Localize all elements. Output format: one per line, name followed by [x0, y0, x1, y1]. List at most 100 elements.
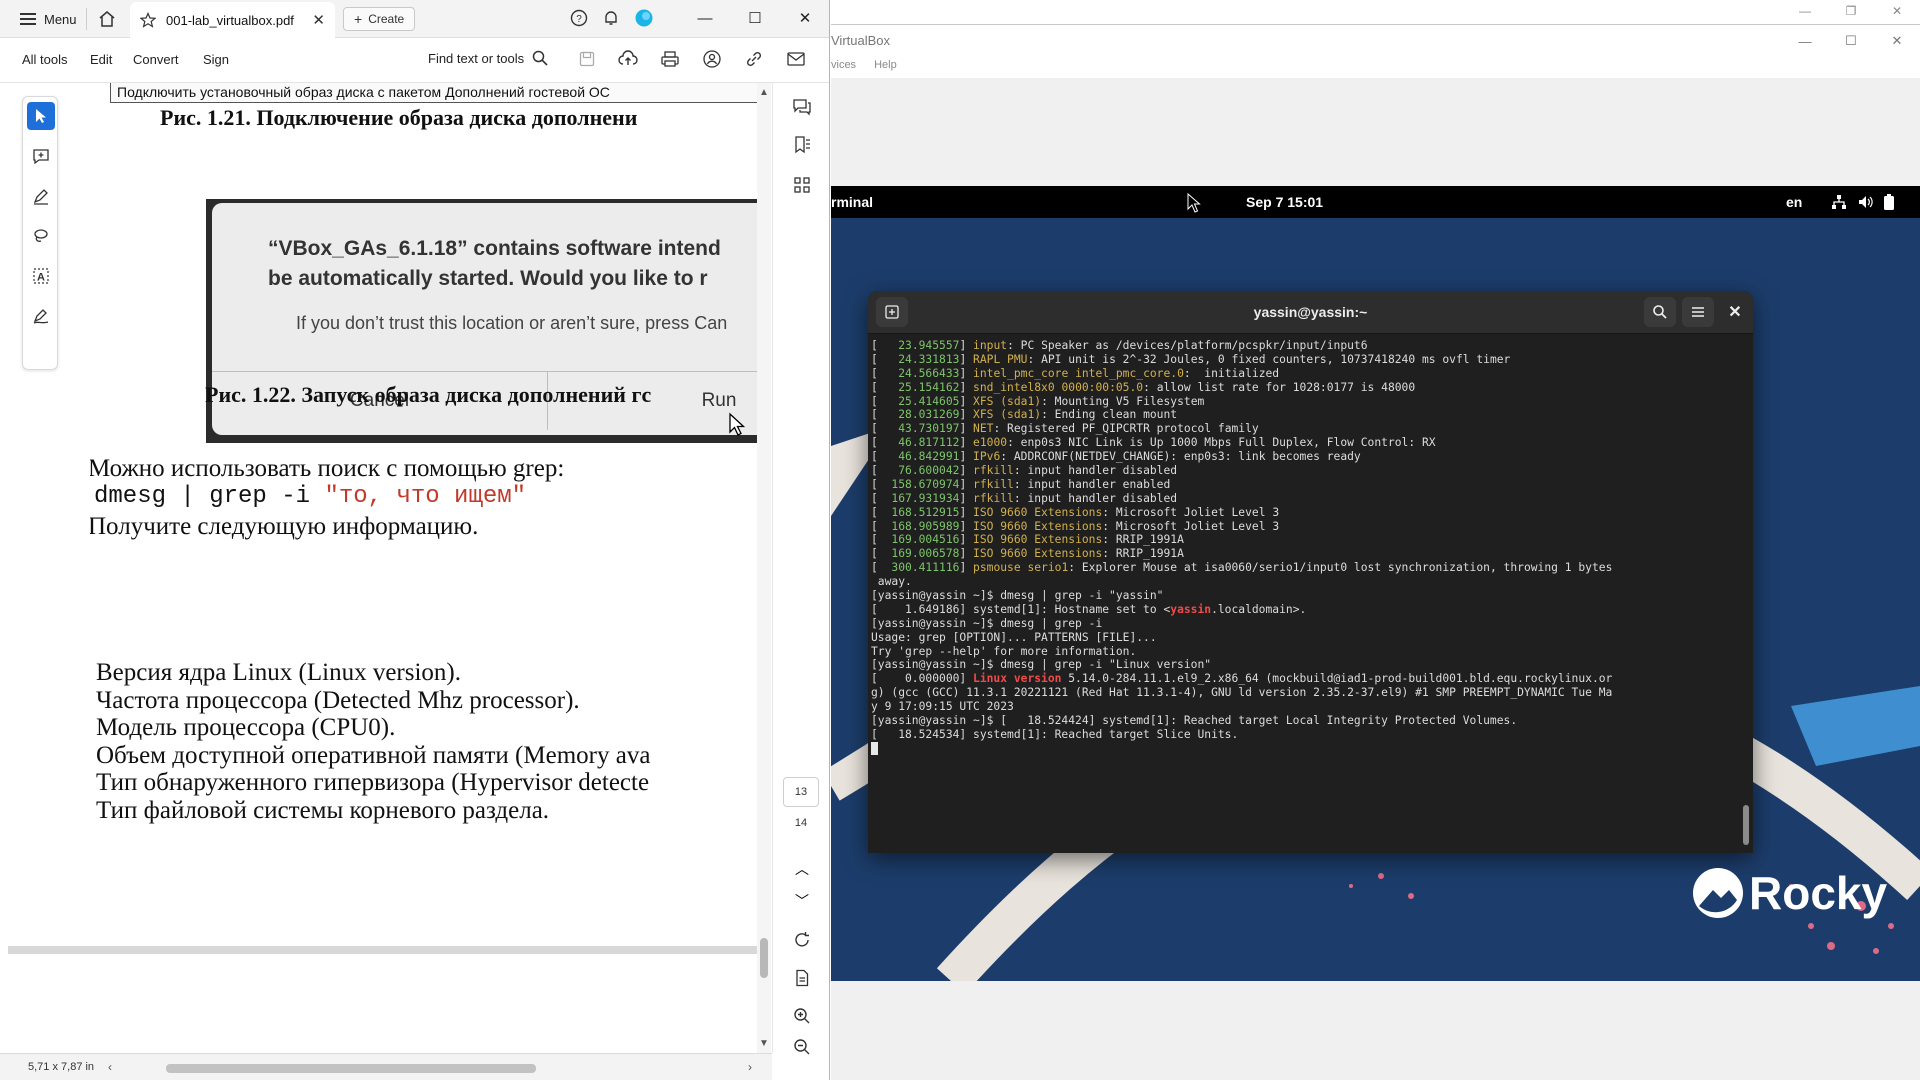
scroll-left-arrow-icon[interactable]: ‹ [108, 1060, 112, 1074]
zoom-out-button[interactable] [791, 1036, 813, 1058]
find-text-or-tools[interactable]: Find text or tools [428, 50, 548, 66]
terminal-line: [yassin@yassin ~]$ dmesg | grep -i "Linu… [871, 658, 1741, 672]
email-icon[interactable] [786, 50, 806, 68]
terminal-text-segment: : RRIP_1991A [1102, 547, 1184, 561]
grep-intro-text: Можно использовать поиск с помощью grep: [90, 455, 565, 482]
terminal-text-segment: [ 0.000000] [871, 672, 974, 686]
pdf-status-bar: 5,71 x 7,87 in ‹ › [0, 1053, 772, 1080]
menu-devices[interactable]: vices [831, 59, 856, 71]
terminal-text-segment: [yassin@yassin ~]$ dmesg | grep -i "yass… [871, 589, 1164, 603]
bell-icon[interactable] [602, 9, 620, 27]
current-page-input[interactable]: 13 [783, 777, 819, 807]
terminal-line: [ 25.154162] snd_intel8x0 0000:00:05.0: … [871, 381, 1741, 395]
sign-button[interactable]: Sign [203, 52, 229, 67]
system-tray[interactable] [1831, 194, 1895, 210]
sign-tool[interactable] [27, 302, 55, 330]
vbox-menu-bar: vices Help [831, 59, 897, 71]
minimize-icon[interactable]: — [1782, 0, 1828, 22]
thumbnails-panel-button[interactable] [791, 174, 813, 196]
avatar-icon[interactable] [634, 8, 654, 28]
vertical-scrollbar[interactable]: ▲ ▼ [757, 83, 771, 1053]
zoom-in-icon [794, 1008, 810, 1024]
scroll-right-arrow-icon[interactable]: › [748, 1060, 752, 1074]
close-window-icon[interactable]: ✕ [1874, 25, 1920, 57]
find-label: Find text or tools [428, 50, 525, 66]
edit-button[interactable]: Edit [90, 52, 112, 67]
all-tools-button[interactable]: All tools [22, 52, 68, 67]
vertical-scroll-thumb[interactable] [760, 938, 768, 978]
terminal-menu-button[interactable] [1682, 297, 1714, 327]
cloud-upload-icon[interactable] [618, 50, 638, 68]
create-button[interactable]: + Create [343, 7, 416, 31]
terminal-line: [ 76.600042] rfkill: input handler disab… [871, 464, 1741, 478]
terminal-line: [yassin@yassin ~]$ dmesg | grep -i [871, 617, 1741, 631]
page-fit-button[interactable] [791, 967, 813, 989]
restore-icon[interactable]: ❐ [1828, 0, 1874, 22]
close-icon[interactable]: ✕ [1720, 297, 1750, 327]
select-tool[interactable] [27, 102, 55, 130]
maximize-icon[interactable]: ☐ [730, 0, 780, 36]
toolbar-icons [578, 49, 806, 69]
active-app-name[interactable]: rminal [831, 194, 873, 210]
text-box-tool[interactable]: A [27, 262, 55, 290]
terminal-text-segment: ISO 9660 Extensions [973, 519, 1103, 533]
plus-icon: + [354, 11, 363, 27]
horizontal-scrollbar[interactable]: ‹ › [108, 1060, 752, 1074]
add-comment-tool[interactable] [27, 142, 55, 170]
close-window-icon[interactable]: ✕ [780, 0, 829, 36]
horizontal-scroll-thumb[interactable] [166, 1064, 536, 1073]
minimize-icon[interactable]: — [1782, 25, 1828, 57]
cursor-arrow-icon [36, 109, 46, 123]
terminal-line: [ 25.414605] XFS (sda1): Mounting V5 Fil… [871, 395, 1741, 409]
comments-panel-button[interactable] [791, 96, 813, 118]
keyboard-layout-indicator[interactable]: en [1786, 194, 1802, 210]
chevron-down-icon[interactable]: ﹀ [791, 890, 813, 912]
terminal-search-button[interactable] [1644, 297, 1676, 327]
star-icon[interactable] [140, 12, 156, 28]
terminal-text-segment: ] [959, 422, 974, 436]
terminal-scroll-thumb[interactable] [1743, 805, 1749, 845]
scroll-up-arrow-icon[interactable]: ▲ [759, 87, 769, 98]
terminal-text-segment: 46.842991 [884, 450, 960, 464]
save-icon[interactable] [578, 50, 596, 68]
document-tab[interactable]: 001-lab_virtualbox.pdf ✕ [130, 2, 335, 38]
terminal-text-segment: ISO 9660 Extensions [973, 505, 1103, 519]
terminal-line: [ 1.649186] systemd[1]: Hostname set to … [871, 603, 1741, 617]
terminal-text-segment: 168.905989 [884, 519, 960, 533]
close-window-icon[interactable]: ✕ [1874, 0, 1920, 22]
home-button[interactable] [94, 6, 120, 32]
terminal-header-bar: yassin@yassin:~ ✕ [868, 291, 1753, 334]
link-icon[interactable] [744, 49, 764, 69]
print-icon[interactable] [660, 50, 680, 68]
close-tab-icon[interactable]: ✕ [312, 11, 325, 29]
bookmark-icon [795, 136, 810, 154]
terminal-scrollbar[interactable] [1741, 339, 1751, 849]
terminal-text-segment: yassin [1170, 602, 1212, 616]
guest-display[interactable]: rminal Sep 7 15:01 en yassin@yassin:~ ✕ … [831, 186, 1920, 981]
share-user-icon[interactable] [702, 49, 722, 69]
terminal-text-segment: ] [959, 547, 974, 561]
chevron-up-icon[interactable]: ︿ [791, 858, 813, 880]
terminal-output[interactable]: [ 23.945557] input: PC Speaker as /devic… [871, 339, 1741, 849]
menu-button[interactable]: Menu [12, 6, 85, 32]
highlight-tool[interactable] [27, 182, 55, 210]
terminal-text-segment: [ 18.524534] systemd[1]: Reached target … [871, 727, 1239, 741]
terminal-line: [ 28.031269] XFS (sda1): Ending clean mo… [871, 408, 1741, 422]
terminal-text-segment: XFS (sda1) [973, 408, 1042, 422]
bookmarks-panel-button[interactable] [791, 134, 813, 156]
rotate-button[interactable] [791, 929, 813, 951]
draw-tool[interactable] [27, 222, 55, 250]
terminal-window[interactable]: yassin@yassin:~ ✕ [ 23.945557] input: PC… [868, 291, 1753, 853]
hamburger-menu-icon [1692, 307, 1704, 317]
clock[interactable]: Sep 7 15:01 [1246, 194, 1323, 210]
pen-icon [33, 189, 48, 205]
help-icon[interactable]: ? [570, 9, 588, 27]
maximize-icon[interactable]: ☐ [1828, 25, 1874, 57]
scroll-down-arrow-icon[interactable]: ▼ [759, 1038, 769, 1049]
terminal-line: [yassin@yassin ~]$ dmesg | grep -i "yass… [871, 589, 1741, 603]
zoom-in-button[interactable] [791, 1005, 813, 1027]
title-divider [86, 8, 87, 30]
menu-help[interactable]: Help [874, 59, 897, 71]
convert-button[interactable]: Convert [133, 52, 179, 67]
minimize-icon[interactable]: — [680, 0, 730, 36]
